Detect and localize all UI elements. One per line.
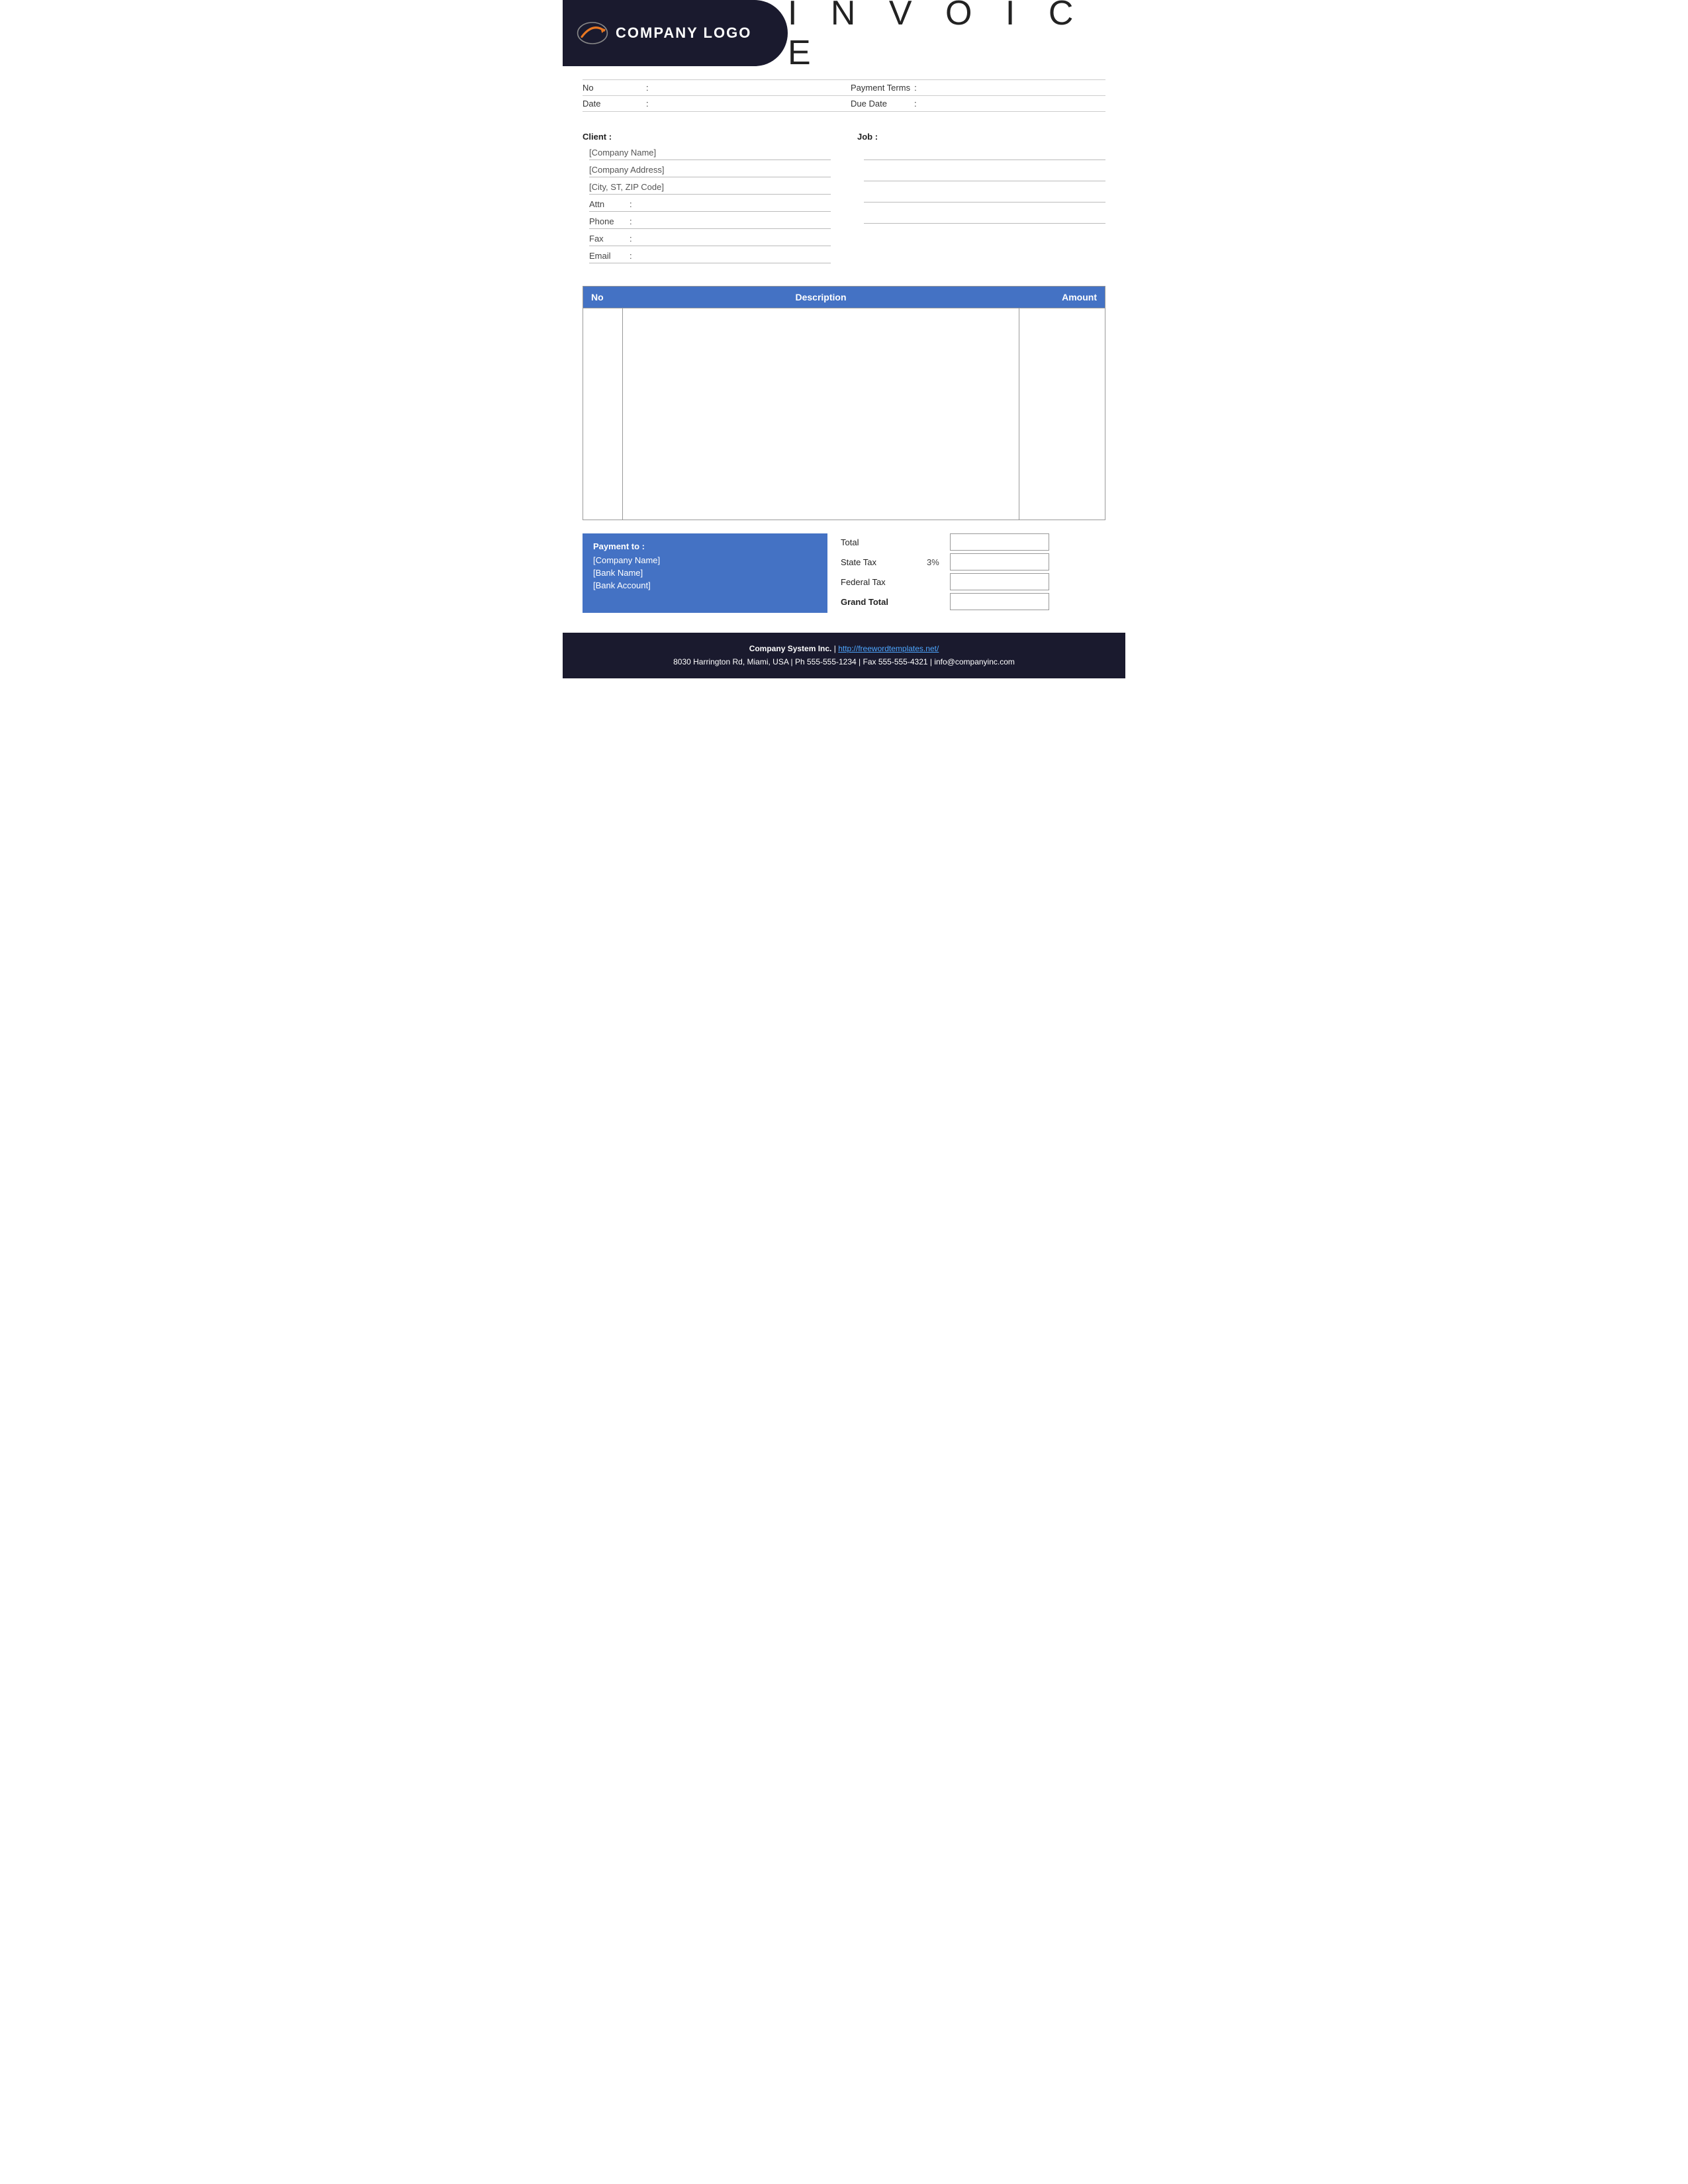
client-label: Client : (583, 132, 612, 142)
attn-value (636, 199, 831, 209)
due-date-field: Due Date : (851, 99, 1105, 109)
job-line-3 (864, 188, 1105, 203)
meta-row-1: No : Payment Terms : (583, 79, 1105, 96)
payment-company-name: [Company Name] (593, 555, 817, 565)
meta-section: No : Payment Terms : Date : Due Date : (563, 79, 1125, 112)
table-body (583, 308, 1105, 520)
attn-label: Attn (589, 199, 626, 209)
total-label: Total (841, 537, 927, 547)
client-company-address: [Company Address] (589, 163, 831, 177)
payment-terms-colon: : (914, 83, 917, 93)
attn-colon: : (630, 199, 632, 209)
phone-colon: : (630, 216, 632, 226)
grand-total-row: Grand Total (841, 593, 1105, 610)
fax-label: Fax (589, 234, 626, 244)
footer: Company System Inc. | http://freewordtem… (563, 633, 1125, 678)
job-label: Job : (857, 132, 878, 142)
no-field: No : (583, 83, 837, 93)
due-date-colon: : (914, 99, 917, 109)
table-cell-no (583, 308, 623, 520)
table-header: No Description Amount (583, 287, 1105, 308)
client-job-section: Client : [Company Name] [Company Address… (563, 125, 1125, 273)
state-tax-value-box (950, 553, 1049, 570)
date-field: Date : (583, 99, 837, 109)
table-header-row: No Description Amount (583, 287, 1105, 308)
client-city-zip: [City, ST, ZIP Code] (589, 180, 831, 195)
payment-terms-field: Payment Terms : (851, 83, 1105, 93)
col-amount: Amount (1019, 287, 1105, 308)
fax-colon: : (630, 234, 632, 244)
meta-row-2: Date : Due Date : (583, 96, 1105, 112)
footer-line-1: Company System Inc. | http://freewordtem… (576, 642, 1112, 655)
due-date-label: Due Date (851, 99, 910, 109)
email-value (636, 251, 831, 261)
client-header: Client : (583, 132, 831, 142)
payment-title: Payment to : (593, 541, 817, 551)
footer-company: Company System Inc. (749, 644, 832, 653)
federal-tax-row: Federal Tax (841, 573, 1105, 590)
total-row: Total (841, 533, 1105, 551)
client-company-name: [Company Name] (589, 146, 831, 160)
state-tax-percent: 3% (927, 557, 950, 567)
job-line-4 (864, 209, 1105, 224)
logo-text: COMPANY LOGO (576, 20, 751, 46)
bottom-section: Payment to : [Company Name] [Bank Name] … (563, 533, 1125, 613)
col-no: No (583, 287, 623, 308)
logo-label: COMPANY LOGO (616, 24, 751, 42)
job-block: Job : (857, 132, 1105, 266)
payment-bank-account: [Bank Account] (593, 580, 817, 590)
footer-website[interactable]: http://freewordtemplates.net/ (838, 644, 939, 653)
client-fields: [Company Name] [Company Address] [City, … (583, 146, 831, 263)
payment-terms-label: Payment Terms (851, 83, 910, 93)
client-block: Client : [Company Name] [Company Address… (583, 132, 831, 266)
no-colon: : (646, 83, 649, 93)
grand-total-value-box (950, 593, 1049, 610)
phone-value (636, 216, 831, 226)
federal-tax-value-box (950, 573, 1049, 590)
email-colon: : (630, 251, 632, 261)
job-line-1 (864, 146, 1105, 160)
client-fax-row: Fax : (589, 232, 831, 246)
logo-block: COMPANY LOGO (563, 0, 788, 66)
table-row (583, 308, 1105, 520)
email-label: Email (589, 251, 626, 261)
federal-tax-label: Federal Tax (841, 577, 927, 587)
total-value-box (950, 533, 1049, 551)
table-cell-amount (1019, 308, 1105, 520)
date-label: Date (583, 99, 642, 109)
client-phone-row: Phone : (589, 214, 831, 229)
footer-line-2: 8030 Harrington Rd, Miami, USA | Ph 555-… (576, 655, 1112, 668)
payment-bank-name: [Bank Name] (593, 568, 817, 578)
client-email-row: Email : (589, 249, 831, 263)
header-title: I N V O I C E (788, 0, 1125, 66)
job-header: Job : (857, 132, 1105, 142)
job-lines (857, 146, 1105, 224)
payment-block: Payment to : [Company Name] [Bank Name] … (583, 533, 827, 613)
state-tax-label: State Tax (841, 557, 927, 567)
grand-total-label: Grand Total (841, 597, 927, 607)
header: COMPANY LOGO I N V O I C E (563, 0, 1125, 66)
totals-block: Total State Tax 3% Federal Tax Grand Tot… (841, 533, 1105, 613)
date-colon: : (646, 99, 649, 109)
fax-value (636, 234, 831, 244)
phone-label: Phone (589, 216, 626, 226)
logo-icon (576, 20, 609, 46)
invoice-title: I N V O I C E (788, 0, 1105, 73)
no-label: No (583, 83, 642, 93)
state-tax-row: State Tax 3% (841, 553, 1105, 570)
invoice-table: No Description Amount (583, 286, 1105, 520)
table-cell-description (623, 308, 1019, 520)
job-line-2 (864, 167, 1105, 181)
client-attn-row: Attn : (589, 197, 831, 212)
col-description: Description (623, 287, 1019, 308)
